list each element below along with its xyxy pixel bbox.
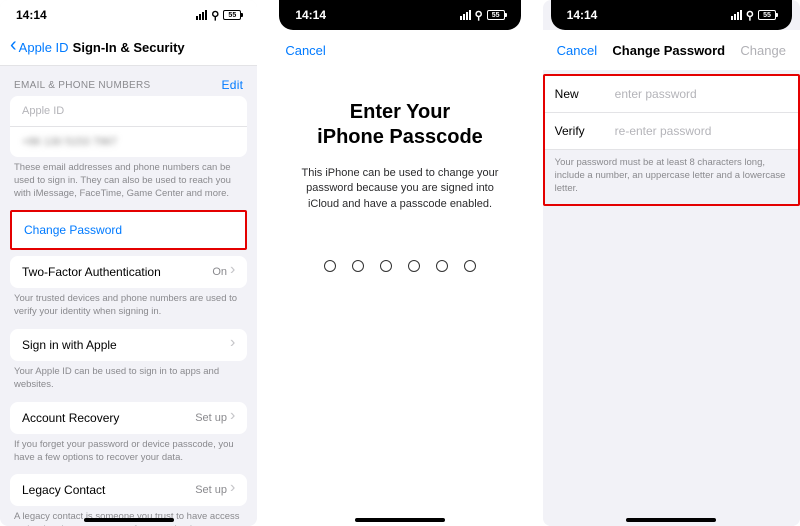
page-title: Sign-In & Security — [73, 40, 185, 55]
card-email-phone: Apple ID +86 130 5153 7967 — [10, 96, 247, 157]
cellular-signal-icon — [460, 10, 471, 20]
chevron-right-icon — [230, 339, 235, 351]
card-siwa: Sign in with Apple — [10, 329, 247, 361]
password-form: New enter password Verify re-enter passw… — [545, 76, 798, 150]
back-button[interactable]: Apple ID — [10, 40, 69, 55]
status-bar: 14:14 ⚲ 55 — [279, 0, 520, 30]
row-account-recovery[interactable]: Account Recovery Set up — [10, 402, 247, 434]
screen-signin-security: 14:14 ⚲ 55 Apple ID Sign-In & Security E… — [0, 0, 257, 526]
home-indicator[interactable] — [355, 518, 445, 522]
footnote-recovery: If you forget your password or device pa… — [0, 434, 257, 475]
verify-password-input[interactable]: re-enter password — [615, 124, 712, 138]
card-recovery: Account Recovery Set up — [10, 402, 247, 434]
section-header-email: EMAIL & PHONE NUMBERS Edit — [0, 66, 257, 96]
nav-bar: Cancel — [271, 30, 528, 70]
apple-id-label: Apple ID — [22, 105, 64, 117]
wifi-icon: ⚲ — [475, 9, 483, 22]
wifi-icon: ⚲ — [746, 9, 754, 22]
chevron-right-icon — [230, 266, 235, 278]
change-action-button[interactable]: Change — [740, 43, 786, 58]
status-time: 14:14 — [567, 8, 598, 22]
passcode-dot — [324, 260, 336, 272]
row-siwa[interactable]: Sign in with Apple — [10, 329, 247, 361]
status-time: 14:14 — [295, 8, 326, 22]
nav-bar: Cancel Change Password Change — [543, 30, 800, 70]
footnote-siwa: Your Apple ID can be used to sign in to … — [0, 361, 257, 402]
verify-password-label: Verify — [555, 124, 615, 138]
passcode-dot — [436, 260, 448, 272]
card-twofa: Two-Factor Authentication On — [10, 256, 247, 288]
footnote-legacy: A legacy contact is someone you trust to… — [0, 506, 257, 526]
screen-enter-passcode: 14:14 ⚲ 55 Cancel Enter Your iPhone Pass… — [271, 0, 528, 526]
phone-value: +86 130 5153 7967 — [22, 136, 117, 148]
passcode-dot — [380, 260, 392, 272]
chevron-left-icon — [10, 40, 17, 55]
content-scroll[interactable]: EMAIL & PHONE NUMBERS Edit Apple ID +86 … — [0, 66, 257, 526]
back-label: Apple ID — [19, 40, 69, 55]
password-form-highlight: New enter password Verify re-enter passw… — [543, 74, 800, 206]
row-verify-password[interactable]: Verify re-enter password — [545, 113, 798, 150]
row-apple-id[interactable]: Apple ID — [10, 96, 247, 126]
passcode-description: This iPhone can be used to change your p… — [295, 166, 504, 212]
status-right: ⚲ 55 — [196, 9, 241, 22]
battery-icon: 55 — [487, 10, 505, 20]
new-password-label: New — [555, 87, 615, 101]
nav-bar: Apple ID Sign-In & Security — [0, 30, 257, 66]
status-bar: 14:14 ⚲ 55 — [551, 0, 792, 30]
cellular-signal-icon — [196, 10, 207, 20]
card-legacy: Legacy Contact Set up — [10, 474, 247, 506]
passcode-dots[interactable] — [295, 260, 504, 272]
passcode-dot — [408, 260, 420, 272]
status-bar: 14:14 ⚲ 55 — [0, 0, 257, 30]
row-twofa[interactable]: Two-Factor Authentication On — [10, 256, 247, 288]
footnote-email: These email addresses and phone numbers … — [0, 157, 257, 210]
cellular-signal-icon — [731, 10, 742, 20]
row-legacy-contact[interactable]: Legacy Contact Set up — [10, 474, 247, 506]
battery-icon: 55 — [758, 10, 776, 20]
chevron-right-icon — [230, 484, 235, 496]
home-indicator[interactable] — [626, 518, 716, 522]
wifi-icon: ⚲ — [211, 9, 219, 22]
passcode-title: Enter Your iPhone Passcode — [295, 100, 504, 150]
edit-button[interactable]: Edit — [221, 78, 243, 92]
status-right: ⚲ 55 — [731, 9, 776, 22]
content: Enter Your iPhone Passcode This iPhone c… — [271, 70, 528, 526]
passcode-dot — [352, 260, 364, 272]
change-password-button[interactable]: Change Password — [12, 214, 245, 246]
footnote-twofa: Your trusted devices and phone numbers a… — [0, 288, 257, 329]
new-password-input[interactable]: enter password — [615, 87, 697, 101]
page-title: Change Password — [612, 43, 725, 58]
twofa-detail: On — [212, 266, 235, 278]
password-requirements: Your password must be at least 8 charact… — [545, 150, 798, 202]
screen-change-password: 14:14 ⚲ 55 Cancel Change Password Change… — [543, 0, 800, 526]
row-new-password[interactable]: New enter password — [545, 76, 798, 113]
content: New enter password Verify re-enter passw… — [543, 70, 800, 526]
row-phone-number[interactable]: +86 130 5153 7967 — [10, 126, 247, 157]
cancel-button[interactable]: Cancel — [557, 43, 597, 58]
passcode-dot — [464, 260, 476, 272]
chevron-right-icon — [230, 412, 235, 424]
card-change-password: Change Password — [10, 210, 247, 250]
status-time: 14:14 — [16, 8, 47, 22]
cancel-button[interactable]: Cancel — [285, 43, 325, 58]
battery-icon: 55 — [223, 10, 241, 20]
home-indicator[interactable] — [84, 518, 174, 522]
status-right: ⚲ 55 — [460, 9, 505, 22]
